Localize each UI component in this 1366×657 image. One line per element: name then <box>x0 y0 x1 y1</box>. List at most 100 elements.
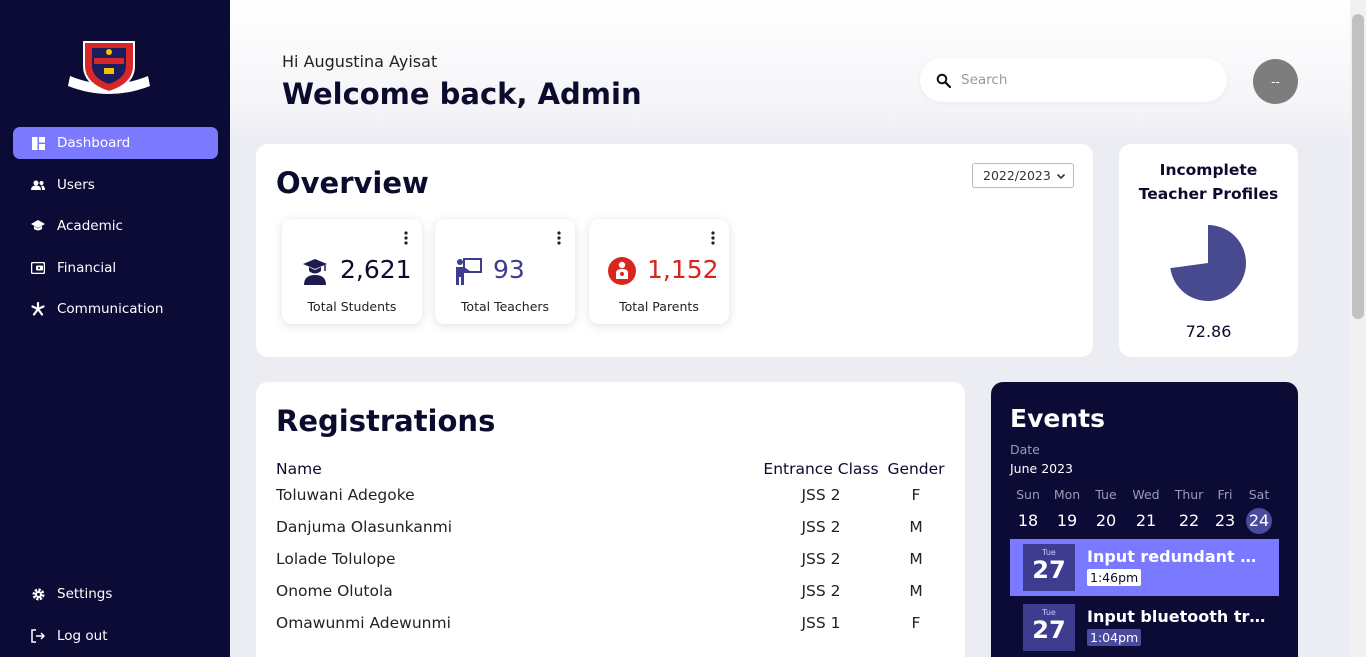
calendar-day[interactable]: Wed 21 <box>1126 487 1166 534</box>
cell-class: JSS 2 <box>801 518 841 536</box>
cell-name: Danjuma Olasunkanmi <box>276 518 453 536</box>
sidebar: Dashboard Users Academic Financial Commu… <box>0 0 230 657</box>
year-select-value: 2022/2023 <box>983 168 1051 183</box>
stat-card-parents: 1,152 Total Parents <box>589 219 729 324</box>
column-header-class: Entrance Class <box>763 460 879 478</box>
event-day: 27 <box>1032 616 1066 644</box>
calendar-day[interactable]: Sun 18 <box>1008 487 1048 534</box>
cell-gender: F <box>911 486 921 504</box>
calendar-day-name: Sat <box>1248 487 1270 502</box>
table-row[interactable]: Lolade Tolulope JSS 2 M <box>276 543 946 575</box>
stat-value: 1,152 <box>647 255 719 284</box>
stat-label: Total Teachers <box>460 299 550 314</box>
calendar-day-number: 21 <box>1135 511 1157 530</box>
sidebar-bottom-nav: Settings Log out <box>13 578 218 657</box>
dashboard-icon <box>31 136 45 150</box>
avatar[interactable]: -- <box>1253 59 1298 104</box>
sidebar-item-label: Financial <box>57 259 117 276</box>
parent-icon <box>608 257 636 285</box>
table-row[interactable]: Onome Olutola JSS 2 M <box>276 575 946 607</box>
incomplete-profiles-pie <box>1170 225 1246 301</box>
events-date-label: Date <box>1010 442 1040 457</box>
event-date-badge: Tue 27 <box>1023 544 1075 591</box>
calendar-day[interactable]: Thur 22 <box>1169 487 1209 534</box>
overview-title: Overview <box>276 166 429 200</box>
year-select[interactable]: 2022/2023 <box>972 163 1074 188</box>
event-item[interactable]: Tue 27 Input redundant matrix 1:46pm <box>1010 539 1279 596</box>
users-icon <box>31 178 45 192</box>
sidebar-item-label: Settings <box>57 586 113 602</box>
calendar-day-number: 23 <box>1214 511 1236 530</box>
sidebar-item-settings[interactable]: Settings <box>13 578 218 610</box>
logout-icon <box>31 629 45 643</box>
cell-class: JSS 2 <box>801 582 841 600</box>
wallet-icon <box>31 261 45 275</box>
student-icon <box>303 259 327 285</box>
sidebar-item-logout[interactable]: Log out <box>13 620 218 652</box>
main-content: Hi Augustina Ayisat Welcome back, Admin … <box>230 0 1350 657</box>
teacher-icon <box>456 258 482 285</box>
cell-gender: M <box>909 550 923 568</box>
column-header-name: Name <box>276 460 322 478</box>
calendar-day-name: Thur <box>1174 487 1204 502</box>
calendar-day-selected[interactable]: Sat 24 <box>1239 487 1279 534</box>
cell-gender: F <box>911 614 921 632</box>
search-input[interactable] <box>961 72 1201 88</box>
events-month: June 2023 <box>1010 461 1074 476</box>
stat-card-teachers: 93 Total Teachers <box>435 219 575 324</box>
table-row[interactable]: Danjuma Olasunkanmi JSS 2 M <box>276 511 946 543</box>
page-scrollbar-thumb[interactable] <box>1352 14 1364 319</box>
cell-class: JSS 2 <box>801 486 841 504</box>
calendar-day-number: 18 <box>1017 511 1039 530</box>
search-bar[interactable] <box>920 58 1227 102</box>
calendar-day-name: Tue <box>1095 487 1117 502</box>
sidebar-item-communication[interactable]: Communication <box>13 293 218 325</box>
cell-name: Toluwani Adegoke <box>276 486 415 504</box>
stat-value: 2,621 <box>340 255 412 284</box>
registrations-table: Name Entrance Class Gender Toluwani Adeg… <box>276 460 946 639</box>
sidebar-item-academic[interactable]: Academic <box>13 210 218 242</box>
greeting-text: Hi Augustina Ayisat <box>282 52 438 71</box>
sidebar-item-label: Dashboard <box>57 135 131 151</box>
incomplete-profiles-card: Incomplete Teacher Profiles 72.86 <box>1119 144 1298 357</box>
cell-name: Lolade Tolulope <box>276 550 396 568</box>
calendar-day-number: 20 <box>1095 511 1117 530</box>
calendar-day-name: Mon <box>1053 487 1081 502</box>
stat-card-students: 2,621 Total Students <box>282 219 422 324</box>
registrations-title: Registrations <box>276 404 496 438</box>
gear-icon <box>31 587 45 601</box>
page-title: Welcome back, Admin <box>282 77 642 111</box>
cell-gender: M <box>909 582 923 600</box>
sidebar-item-label: Academic <box>57 218 123 234</box>
calendar-day-number: 22 <box>1178 511 1200 530</box>
events-card: Events Date June 2023 Sun 18 Mon 19 Tue … <box>991 382 1298 657</box>
cell-class: JSS 1 <box>801 614 841 632</box>
sidebar-item-users[interactable]: Users <box>13 169 218 201</box>
events-title: Events <box>1010 404 1105 433</box>
table-row[interactable]: Omawunmi Adewunmi JSS 1 F <box>276 607 946 639</box>
event-item[interactable]: Tue 27 Input bluetooth transmitter 1:04p… <box>1010 599 1279 656</box>
event-time: 1:04pm <box>1087 629 1142 646</box>
pie-slice <box>1170 225 1246 301</box>
table-header-row: Name Entrance Class Gender <box>276 460 946 479</box>
more-options-icon[interactable] <box>711 231 715 245</box>
cell-gender: M <box>909 518 923 536</box>
stat-label: Total Students <box>307 299 397 314</box>
more-options-icon[interactable] <box>557 231 561 245</box>
sidebar-nav: Dashboard Users Academic Financial Commu… <box>13 127 218 335</box>
table-row[interactable]: Toluwani Adegoke JSS 2 F <box>276 479 946 511</box>
event-date-badge: Tue 27 <box>1023 604 1075 651</box>
sidebar-item-dashboard[interactable]: Dashboard <box>13 127 218 159</box>
more-options-icon[interactable] <box>404 231 408 245</box>
calendar-day[interactable]: Tue 20 <box>1086 487 1126 534</box>
sidebar-item-label: Users <box>57 176 95 193</box>
column-header-gender: Gender <box>887 460 945 478</box>
event-name: Input bluetooth transmitter <box>1087 607 1269 626</box>
calendar-day-name: Sun <box>1016 487 1040 502</box>
search-icon <box>936 73 951 88</box>
registrations-card: Registrations Name Entrance Class Gender… <box>256 382 965 657</box>
calendar-day[interactable]: Mon 19 <box>1047 487 1087 534</box>
chevron-down-icon <box>1056 173 1066 180</box>
school-logo <box>68 41 150 94</box>
sidebar-item-financial[interactable]: Financial <box>13 252 218 284</box>
